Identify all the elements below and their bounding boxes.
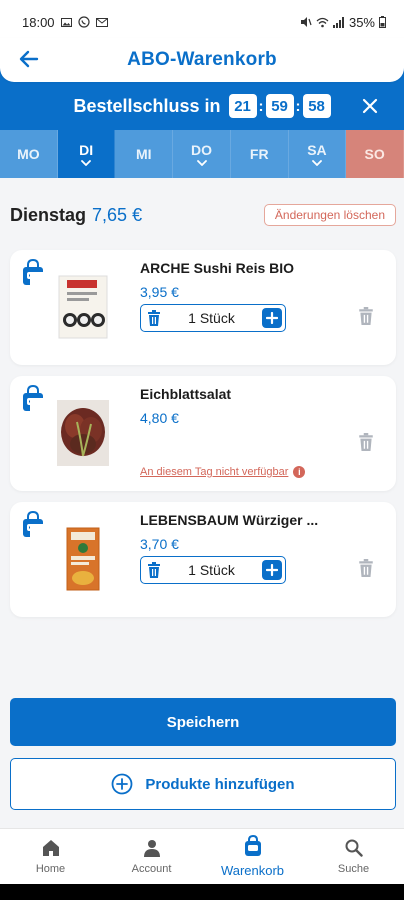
mail-notification-icon [95, 17, 108, 27]
back-button[interactable] [14, 44, 44, 74]
day-tab-sa[interactable]: SA [288, 130, 347, 178]
unavailable-notice[interactable]: An diesem Tag nicht verfügbar i [140, 466, 306, 478]
order-summary: Dienstag 7,65 € Änderungen löschen [10, 202, 396, 228]
countdown-separator: : [258, 97, 264, 115]
close-icon [362, 98, 378, 114]
info-icon[interactable]: i [293, 466, 306, 478]
clear-changes-button[interactable]: Änderungen löschen [263, 204, 396, 226]
sushi-rice-package-image [58, 275, 108, 339]
bottom-navigation: Home Account Warenkorb Suche [0, 828, 404, 884]
chevron-down-icon [196, 160, 207, 166]
nav-item-label: Warenkorb [220, 863, 285, 878]
increase-quantity-button[interactable] [261, 560, 282, 580]
nav-item-label: Account [131, 862, 172, 875]
whatsapp-notification-icon [77, 16, 90, 28]
account-icon [143, 839, 160, 857]
spice-package-image [66, 527, 100, 591]
save-button[interactable]: Speichern [10, 698, 396, 746]
add-products-button[interactable]: Produkte hinzufügen [10, 758, 396, 810]
quantity-value: 1 Stück [188, 310, 235, 326]
add-products-label: Produkte hinzufügen [145, 775, 295, 793]
day-tab-label: MO [17, 146, 40, 162]
day-tab-mi[interactable]: MI [115, 130, 174, 178]
day-tab-label: DI [79, 142, 94, 158]
chevron-down-icon [312, 160, 322, 166]
day-tab-label: FR [249, 146, 269, 162]
mute-icon [300, 17, 312, 27]
quantity-stepper[interactable]: 1 Stück [140, 556, 286, 584]
quantity-stepper[interactable]: 1 Stück [140, 304, 286, 332]
nav-item-label: Suche [337, 862, 370, 875]
product-card[interactable]: Eichblattsalat 4,80 € An diesem Tag nich… [10, 376, 396, 491]
nav-item-suche[interactable]: Suche [303, 829, 404, 884]
deadline-label: Bestellschluss in [73, 95, 221, 116]
product-image [30, 398, 136, 468]
nav-item-account[interactable]: Account [101, 829, 202, 884]
day-tab-label: DO [191, 142, 213, 158]
battery-percent: 35% [348, 14, 375, 30]
deadline-bar: Bestellschluss in 21 : 59 : 58 [0, 68, 404, 130]
search-icon [345, 839, 363, 857]
plus-circle-icon [112, 773, 133, 795]
app-bar: ABO-Warenkorb [0, 38, 404, 82]
close-deadline-button[interactable] [358, 94, 382, 118]
product-name: LEBENSBAUM Würziger ... [140, 512, 319, 528]
quantity-value: 1 Stück [188, 562, 235, 578]
plus-icon [265, 564, 278, 576]
day-tab-label: MI [136, 146, 152, 162]
remove-product-icon[interactable] [358, 433, 374, 451]
countdown-seconds: 58 [302, 94, 331, 118]
page-title: ABO-Warenkorb [127, 49, 277, 70]
selected-day-label: Dienstag [10, 204, 87, 225]
increase-quantity-button[interactable] [261, 308, 282, 328]
countdown-separator: : [295, 97, 301, 115]
trash-icon[interactable] [147, 310, 161, 326]
remove-product-icon[interactable] [358, 559, 374, 577]
product-price: 3,70 € [140, 536, 179, 552]
remove-product-icon[interactable] [358, 307, 374, 325]
product-image [30, 524, 136, 594]
oak-leaf-lettuce-image [57, 400, 109, 466]
nav-item-label: Home [35, 862, 66, 875]
signal-icon [332, 16, 344, 28]
day-tab-label: SO [364, 146, 385, 162]
basket-icon [244, 835, 261, 856]
day-tab-so[interactable]: SO [346, 130, 404, 178]
trash-icon[interactable] [147, 562, 161, 578]
product-image [30, 272, 136, 342]
day-total: 7,65 € [92, 204, 143, 225]
countdown-hours: 21 [228, 94, 257, 118]
gallery-notification-icon [60, 17, 72, 27]
system-navigation-bar [0, 884, 404, 900]
wifi-icon [316, 17, 329, 27]
countdown-minutes: 59 [265, 94, 294, 118]
unavailable-text: An diesem Tag nicht verfügbar [140, 466, 289, 478]
arrow-left-icon [19, 50, 39, 68]
home-icon [42, 839, 59, 856]
product-card[interactable]: ARCHE Sushi Reis BIO 3,95 € 1 Stück [10, 250, 396, 365]
day-tab-label: SA [307, 142, 327, 158]
product-name: Eichblattsalat [140, 386, 232, 402]
nav-item-warenkorb[interactable]: Warenkorb [202, 829, 303, 884]
day-tab-do[interactable]: DO [173, 130, 231, 178]
status-time: 18:00 [22, 14, 55, 30]
nav-item-home[interactable]: Home [0, 829, 101, 884]
day-tab-di[interactable]: DI [57, 130, 116, 178]
battery-icon [379, 16, 386, 28]
day-tabs: MO DI MI DO FR SA SO [0, 130, 404, 178]
product-price: 3,95 € [140, 284, 179, 300]
product-card[interactable]: LEBENSBAUM Würziger ... 3,70 € 1 Stück [10, 502, 396, 617]
plus-icon [265, 312, 278, 324]
product-price: 4,80 € [140, 410, 179, 426]
product-name: ARCHE Sushi Reis BIO [140, 260, 295, 276]
day-tab-fr[interactable]: FR [230, 130, 289, 178]
chevron-down-icon [81, 160, 91, 166]
day-tab-mo[interactable]: MO [0, 130, 58, 178]
